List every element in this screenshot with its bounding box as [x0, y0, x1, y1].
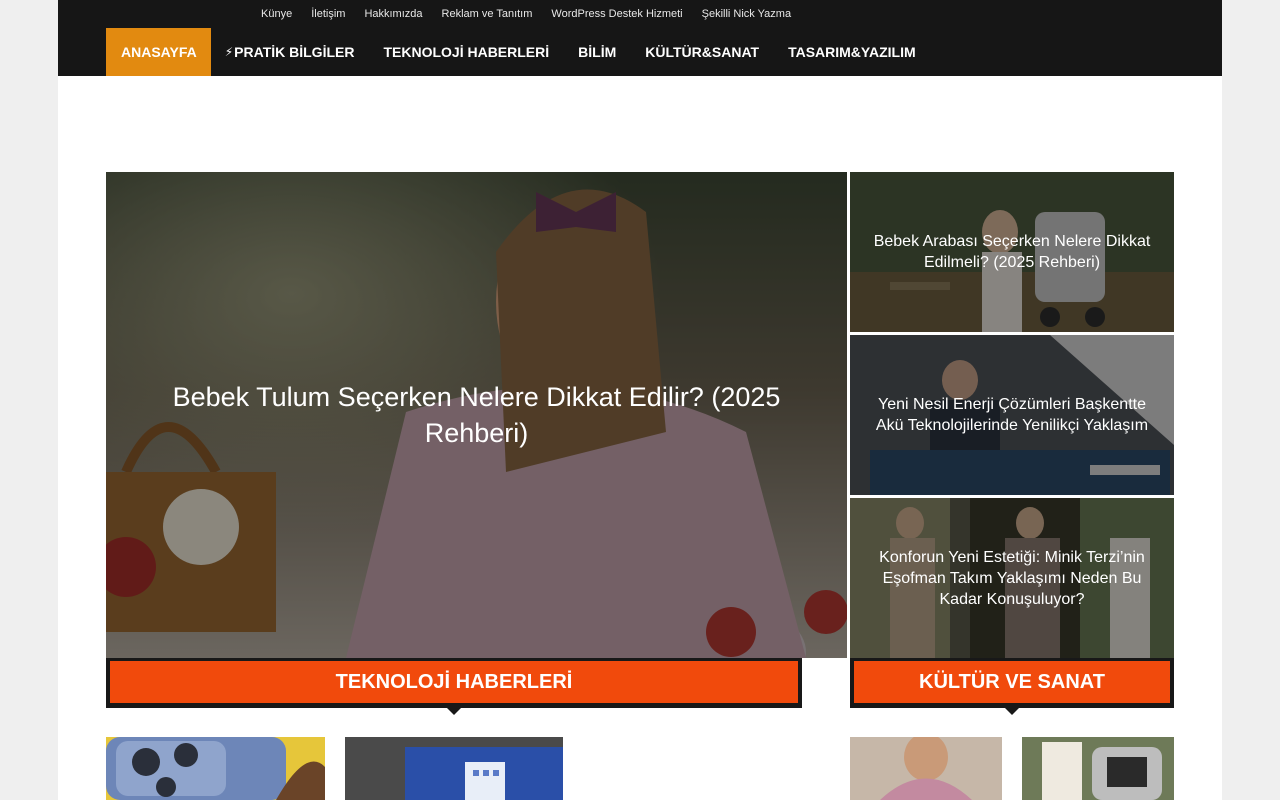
nav-label: ANASAYFA [121, 44, 197, 60]
featured-side-post-3[interactable]: Konforun Yeni Estetiği: Minik Terzi’nin … [850, 498, 1174, 658]
tech-post-thumb-1[interactable] [106, 737, 325, 800]
top-nav-reklam[interactable]: Reklam ve Tanıtım [442, 0, 533, 28]
phone-photo [106, 737, 325, 800]
featured-side-post-2[interactable]: Yeni Nesil Enerji Çözümleri Başkentte Ak… [850, 335, 1174, 495]
section-arrow [1004, 707, 1020, 715]
nav-label: PRATİK BİLGİLER [234, 44, 355, 60]
nav-kultur-sanat[interactable]: KÜLTÜR&SANAT [630, 28, 773, 76]
nav-label: TEKNOLOJİ HABERLERİ [383, 44, 550, 60]
nav-teknoloji[interactable]: TEKNOLOJİ HABERLERİ [368, 28, 563, 76]
featured-main-title: Bebek Tulum Seçerken Nelere Dikkat Edili… [172, 382, 781, 448]
top-nav-nick[interactable]: Şekilli Nick Yazma [702, 0, 791, 28]
nav-anasayfa[interactable]: ANASAYFA [106, 28, 211, 76]
nav-bilim[interactable]: BİLİM [563, 28, 630, 76]
page: Künye İletişim Hakkımızda Reklam ve Tanı… [58, 0, 1222, 800]
lightning-icon: ⚡ [224, 45, 234, 59]
stroller-photo [1022, 737, 1174, 800]
nav-label: KÜLTÜR&SANAT [645, 44, 760, 60]
nav-tasarim-yazilim[interactable]: TASARIM&YAZILIM [773, 28, 930, 76]
culture-post-thumb-1[interactable] [850, 737, 1002, 800]
featured-side-title-3: Konforun Yeni Estetiği: Minik Terzi’nin … [879, 548, 1145, 608]
top-nav: Künye İletişim Hakkımızda Reklam ve Tanı… [261, 0, 810, 28]
featured-main-post[interactable]: Bebek Tulum Seçerken Nelere Dikkat Edili… [106, 172, 847, 658]
featured-side-title-2: Yeni Nesil Enerji Çözümleri Başkentte Ak… [875, 396, 1149, 434]
section-title-culture: KÜLTÜR VE SANAT [854, 661, 1170, 703]
site-header: Künye İletişim Hakkımızda Reklam ve Tanı… [58, 0, 1222, 76]
nav-label: BİLİM [578, 44, 617, 60]
top-nav-hakkimizda[interactable]: Hakkımızda [364, 0, 422, 28]
top-nav-kunye[interactable]: Künye [261, 0, 292, 28]
culture-post-thumb-2[interactable] [1022, 737, 1174, 800]
section-header-tech: TEKNOLOJİ HABERLERİ [106, 658, 802, 715]
top-nav-wordpress[interactable]: WordPress Destek Hizmeti [551, 0, 682, 28]
featured-side-title-1: Bebek Arabası Seçerken Nelere Dikkat Edi… [873, 233, 1151, 271]
laptop-photo [345, 737, 563, 800]
tech-post-thumb-2[interactable] [345, 737, 563, 800]
main-nav: ANASAYFA ⚡ PRATİK BİLGİLER TEKNOLOJİ HAB… [106, 28, 930, 76]
nav-label: TASARIM&YAZILIM [788, 44, 916, 60]
top-nav-iletisim[interactable]: İletişim [311, 0, 345, 28]
featured-side-post-1[interactable]: Bebek Arabası Seçerken Nelere Dikkat Edi… [850, 172, 1174, 332]
child-photo [850, 737, 1002, 800]
section-header-culture: KÜLTÜR VE SANAT [850, 658, 1174, 715]
nav-pratik-bilgiler[interactable]: ⚡ PRATİK BİLGİLER [211, 28, 369, 76]
section-title-tech: TEKNOLOJİ HABERLERİ [110, 661, 798, 703]
section-arrow [446, 707, 462, 715]
